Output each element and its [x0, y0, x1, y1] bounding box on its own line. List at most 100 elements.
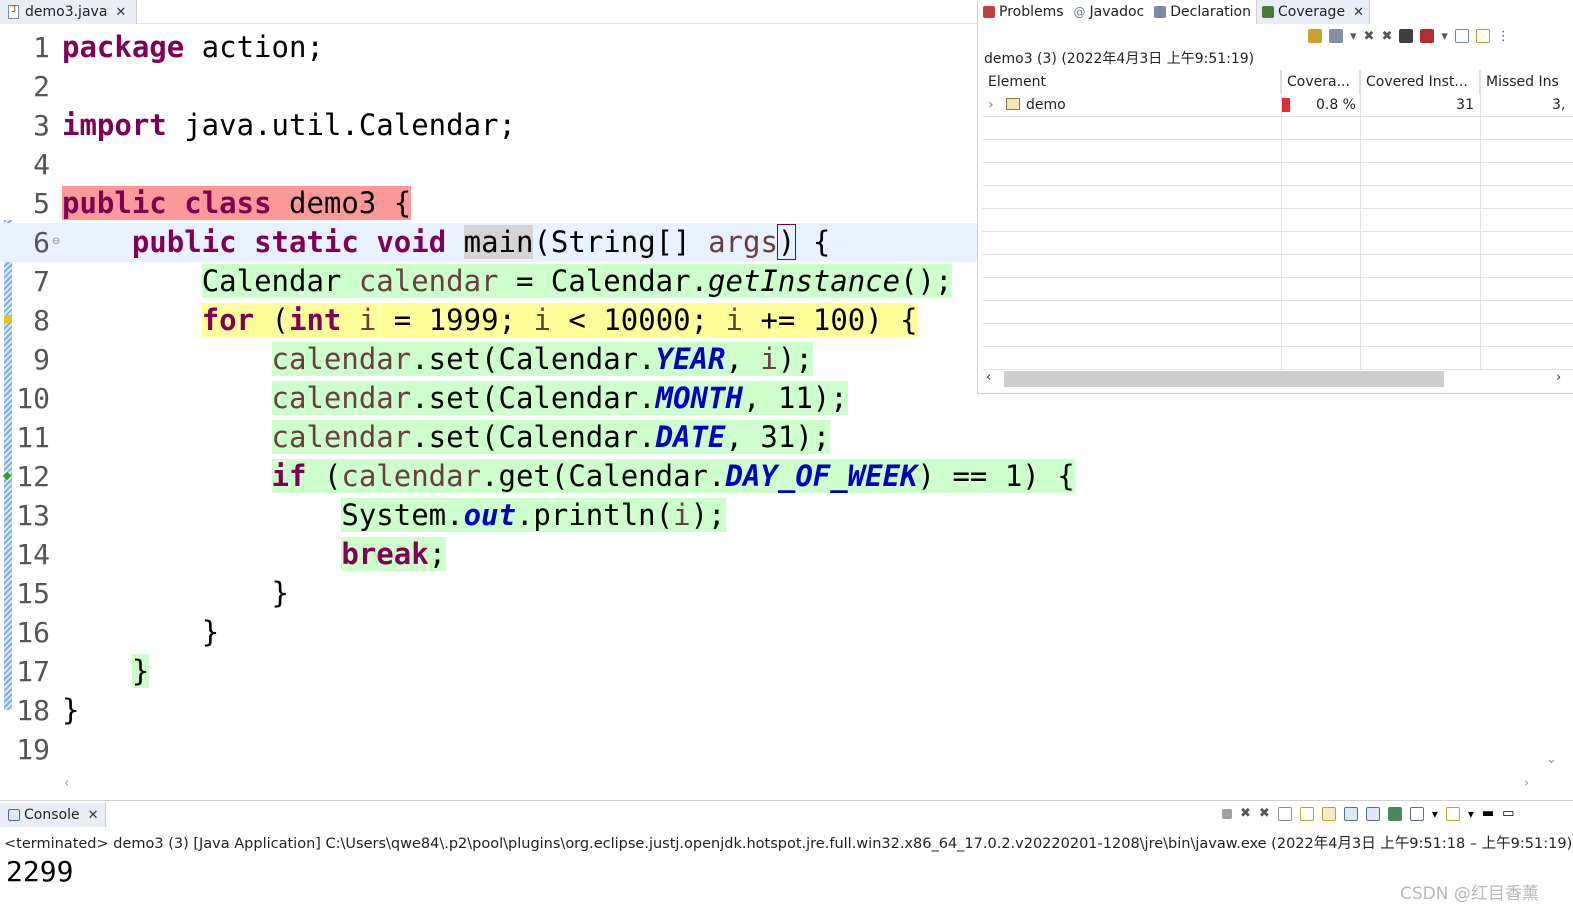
tab-demo3-java[interactable]: demo3.java ✕	[0, 0, 137, 24]
line-number[interactable]: 19	[12, 730, 50, 769]
code-text[interactable]: calendar.set(Calendar.DATE, 31);	[62, 418, 831, 457]
remove-all-terminated-icon[interactable]: ✖	[1259, 806, 1270, 821]
remove-launch-icon[interactable]: ✖	[1240, 806, 1251, 821]
expand-icon[interactable]: ›	[988, 94, 994, 116]
minimize-icon[interactable]: ▬	[1482, 806, 1494, 821]
code-text[interactable]: }	[62, 574, 289, 613]
code-line[interactable]: 12 if (calendar.get(Calendar.DAY_OF_WEEK…	[0, 457, 1100, 496]
column-header-covered[interactable]: Covered Inst...	[1360, 70, 1480, 94]
view-menu-icon[interactable]: ⋮	[1497, 29, 1510, 44]
line-number[interactable]: 18	[12, 691, 50, 730]
code-text[interactable]: Calendar calendar = Calendar.getInstance…	[62, 262, 953, 301]
line-number[interactable]: 9	[12, 340, 50, 379]
code-text[interactable]: break;	[62, 535, 447, 574]
code-text[interactable]: calendar.set(Calendar.MONTH, 11);	[62, 379, 848, 418]
code-text[interactable]: for (int i = 1999; i < 10000; i += 100) …	[62, 301, 918, 340]
line-number[interactable]: 4	[12, 145, 50, 184]
dropdown-icon[interactable]: ▾	[1350, 29, 1357, 44]
merge-icon[interactable]	[1399, 29, 1414, 43]
code-text[interactable]: }	[62, 652, 150, 691]
line-number[interactable]: 7	[12, 262, 50, 301]
editor-vertical-scrollbar[interactable]: ⌄	[1542, 394, 1560, 774]
scroll-left-icon[interactable]: ‹	[64, 776, 69, 791]
dropdown-icon[interactable]: ▾	[1432, 807, 1438, 821]
line-number[interactable]: 10	[12, 379, 50, 418]
pin-console-icon[interactable]	[1387, 806, 1402, 821]
code-text[interactable]: }	[62, 691, 79, 730]
code-line[interactable]: 6 ⊖ public static void main(String[] args…	[0, 223, 977, 262]
tab-coverage[interactable]: Coverage ✕	[1255, 0, 1370, 24]
code-line[interactable]: 8 for (int i = 1999; i < 10000; i += 100…	[0, 301, 1100, 340]
code-line[interactable]: 17 }	[0, 652, 1100, 691]
remove-session-icon[interactable]: ✖	[1364, 29, 1375, 44]
code-line[interactable]: 15 }	[0, 574, 1100, 613]
relaunch-icon[interactable]	[1308, 29, 1322, 43]
code-line[interactable]: 18}	[0, 691, 1100, 730]
scrollbar-thumb[interactable]	[1004, 371, 1444, 387]
scroll-left-icon[interactable]: ‹	[986, 370, 991, 385]
code-line[interactable]: 1 package action;	[0, 28, 1100, 67]
maximize-icon[interactable]: ▭	[1502, 806, 1514, 821]
code-line[interactable]: 9 calendar.set(Calendar.YEAR, i);	[0, 340, 1100, 379]
display-console-icon[interactable]	[1409, 806, 1424, 821]
close-icon[interactable]: ✕	[115, 5, 126, 20]
code-text[interactable]: public class demo3 {	[62, 184, 412, 223]
tab-console[interactable]: Console ✕	[0, 803, 106, 827]
code-line[interactable]: 19	[0, 730, 1100, 769]
line-number[interactable]: 8	[12, 301, 50, 340]
export-icon[interactable]	[1329, 29, 1343, 43]
code-line[interactable]: 16 }	[0, 613, 1100, 652]
tab-declaration[interactable]: Declaration	[1149, 0, 1256, 24]
tab-javadoc[interactable]: @ Javadoc	[1069, 0, 1150, 24]
line-number[interactable]: 5	[12, 184, 50, 223]
column-header-coverage[interactable]: Covera...	[1281, 70, 1360, 94]
code-line[interactable]: 11 calendar.set(Calendar.DATE, 31);	[0, 418, 1100, 457]
code-text[interactable]: public static void main(String[] args) {	[62, 223, 830, 262]
tab-problems[interactable]: Problems	[978, 0, 1069, 24]
code-line[interactable]: 3 import java.util.Calendar;	[0, 106, 1100, 145]
table-row[interactable]: › demo 0.8 % 31 3,	[982, 94, 1573, 116]
dropdown-icon[interactable]: ▾	[1441, 29, 1448, 44]
show-on-output-icon[interactable]	[1343, 806, 1358, 821]
coverage-table[interactable]: Element Covera... Covered Inst... Missed…	[982, 70, 1573, 370]
line-number[interactable]: 1	[12, 28, 50, 67]
code-text[interactable]: if (calendar.get(Calendar.DAY_OF_WEEK) =…	[62, 457, 1075, 496]
console-output[interactable]: 2299	[6, 855, 73, 888]
code-text[interactable]: System.out.println(i);	[62, 496, 726, 535]
line-number[interactable]: 3	[12, 106, 50, 145]
close-icon[interactable]: ✕	[88, 808, 99, 823]
column-header-missed[interactable]: Missed Ins	[1480, 70, 1573, 94]
line-number[interactable]: 2	[12, 67, 50, 106]
terminate-icon[interactable]	[1222, 808, 1232, 819]
scroll-right-icon[interactable]: ›	[1556, 370, 1561, 385]
coverage-horizontal-scrollbar[interactable]: ‹ ›	[982, 370, 1573, 388]
line-number[interactable]: 14	[12, 535, 50, 574]
open-console-icon[interactable]	[1445, 806, 1460, 821]
code-line[interactable]: 2	[0, 67, 1100, 106]
scroll-lock-icon[interactable]	[1299, 806, 1314, 821]
collapse-all-icon[interactable]	[1454, 29, 1469, 43]
code-line[interactable]: 5 public class demo3 {	[0, 184, 1100, 223]
line-number[interactable]: 16	[12, 613, 50, 652]
close-icon[interactable]: ✕	[1353, 5, 1364, 20]
select-session-icon[interactable]	[1420, 29, 1435, 43]
line-number[interactable]: 17	[12, 652, 50, 691]
code-line[interactable]: 4	[0, 145, 1100, 184]
breakpoint-icon[interactable]	[2, 471, 12, 481]
editor-horizontal-scrollbar[interactable]: ‹ ›	[62, 776, 1548, 794]
code-text[interactable]: }	[62, 613, 219, 652]
code-text[interactable]: package action;	[62, 28, 324, 67]
line-number[interactable]: 15	[12, 574, 50, 613]
remove-all-icon[interactable]: ✖	[1381, 29, 1392, 44]
code-line[interactable]: 14 break;	[0, 535, 1100, 574]
scroll-right-icon[interactable]: ›	[1524, 776, 1529, 791]
clear-console-icon[interactable]	[1277, 806, 1292, 821]
code-line[interactable]: 13 System.out.println(i);	[0, 496, 1100, 535]
dropdown-icon[interactable]: ▾	[1468, 807, 1474, 821]
word-wrap-icon[interactable]	[1321, 806, 1336, 821]
line-number[interactable]: 13	[12, 496, 50, 535]
fold-icon[interactable]: ⊖	[52, 236, 60, 247]
link-editor-icon[interactable]	[1475, 29, 1490, 43]
code-text[interactable]: calendar.set(Calendar.YEAR, i);	[62, 340, 813, 379]
line-number[interactable]: 12	[12, 457, 50, 496]
